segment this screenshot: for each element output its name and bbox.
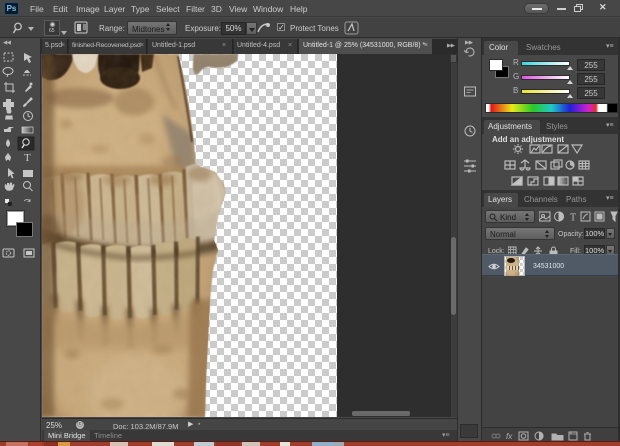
svg-text:fx: fx	[506, 432, 513, 441]
svg-text:T: T	[24, 152, 31, 164]
svg-text:T: T	[570, 213, 576, 224]
